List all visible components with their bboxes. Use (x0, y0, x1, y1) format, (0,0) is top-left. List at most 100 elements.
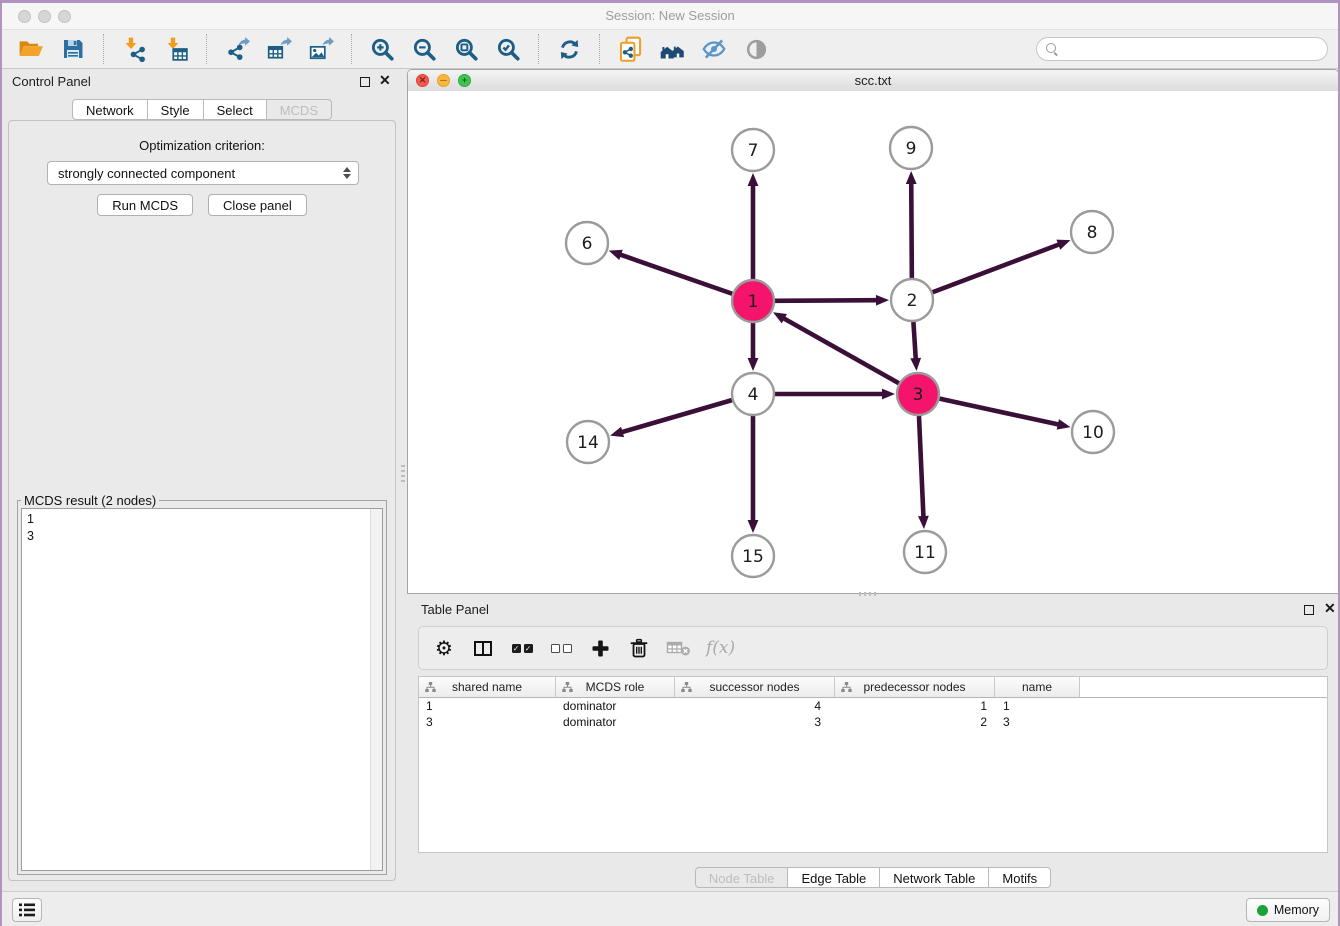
table-panel-float-icon[interactable] (1304, 605, 1314, 615)
tab-network[interactable]: Network (72, 99, 148, 120)
cell-name[interactable]: 3 (995, 714, 1080, 730)
export-network-icon[interactable] (221, 33, 253, 65)
cell-mcds-role[interactable]: dominator (556, 698, 675, 714)
close-panel-button[interactable]: Close panel (208, 194, 307, 216)
mcds-result-list[interactable]: 13 (21, 508, 383, 871)
import-network-icon[interactable] (118, 33, 150, 65)
save-session-icon[interactable] (57, 33, 89, 65)
tab-node-table[interactable]: Node Table (695, 867, 789, 888)
delete-column-icon[interactable] (627, 635, 651, 661)
zoom-in-icon[interactable] (366, 33, 398, 65)
graph-edge-3-11[interactable] (918, 416, 929, 529)
select-all-checkboxes-icon[interactable]: ✓✓ (510, 635, 534, 661)
cell-successor-nodes[interactable]: 4 (675, 698, 835, 714)
memory-label: Memory (1274, 903, 1319, 917)
graph-node-8[interactable]: 8 (1071, 211, 1113, 253)
cell-shared-name[interactable]: 3 (419, 714, 556, 730)
search-field[interactable] (1036, 37, 1328, 61)
graph-node-3[interactable]: 3 (897, 373, 939, 415)
settings-icon[interactable]: ⚙ (432, 635, 456, 661)
cell-successor-nodes[interactable]: 3 (675, 714, 835, 730)
graph-edge-2-3[interactable] (910, 322, 921, 371)
cell-mcds-role[interactable]: dominator (556, 714, 675, 730)
column-header-name[interactable]: name (995, 677, 1080, 697)
graph-node-9[interactable]: 9 (890, 127, 932, 169)
table-row[interactable]: 1dominator411 (419, 698, 1327, 714)
graph-node-7[interactable]: 7 (732, 129, 774, 171)
hide-selected-icon[interactable] (698, 33, 730, 65)
graph-edge-1-4[interactable] (748, 323, 759, 371)
graph-node-6[interactable]: 6 (566, 222, 608, 264)
vertical-split-handle[interactable] (401, 465, 405, 483)
graph-edge-2-8[interactable] (933, 240, 1071, 293)
show-all-icon[interactable] (740, 33, 772, 65)
function-builder-icon[interactable]: f(x) (706, 635, 735, 661)
column-header-mcds-role[interactable]: MCDS role (556, 677, 675, 697)
node-table[interactable]: shared nameMCDS rolesuccessor nodesprede… (418, 676, 1328, 853)
add-column-icon[interactable] (588, 635, 612, 661)
tab-mcds[interactable]: MCDS (266, 99, 332, 120)
tab-edge-table[interactable]: Edge Table (787, 867, 880, 888)
open-session-icon[interactable] (15, 33, 47, 65)
graph-edge-2-9[interactable] (906, 171, 917, 278)
graph-edge-4-3[interactable] (775, 389, 895, 400)
mcds-panel: Optimization criterion: strongly connect… (8, 120, 396, 881)
graph-node-15[interactable]: 15 (732, 535, 774, 577)
hierarchy-icon (841, 682, 852, 692)
column-header-successor-nodes[interactable]: successor nodes (675, 677, 835, 697)
delete-table-icon[interactable] (666, 635, 691, 661)
run-mcds-button[interactable]: Run MCDS (97, 194, 193, 216)
graph-edge-1-7[interactable] (748, 173, 759, 279)
graph-edge-4-14[interactable] (610, 400, 732, 437)
task-history-button[interactable] (12, 898, 42, 922)
graph-edge-4-15[interactable] (748, 416, 759, 533)
graph-node-11[interactable]: 11 (904, 531, 946, 573)
export-image-icon[interactable] (305, 33, 337, 65)
tab-select[interactable]: Select (203, 99, 267, 120)
search-input[interactable] (1064, 39, 1327, 59)
result-item[interactable]: 1 (22, 511, 382, 528)
tab-style[interactable]: Style (147, 99, 204, 120)
result-scrollbar[interactable] (370, 509, 382, 870)
criterion-select[interactable]: strongly connected component (47, 161, 359, 185)
graph-node-2[interactable]: 2 (891, 279, 933, 321)
tab-motifs[interactable]: Motifs (988, 867, 1051, 888)
table-panel-close-icon[interactable]: ✕ (1324, 603, 1336, 613)
export-table-icon[interactable] (263, 33, 295, 65)
result-item[interactable]: 3 (22, 528, 382, 545)
hierarchy-icon (681, 682, 692, 692)
memory-button[interactable]: Memory (1246, 898, 1330, 922)
tab-network-table[interactable]: Network Table (879, 867, 989, 888)
cell-predecessor-nodes[interactable]: 1 (835, 698, 995, 714)
cell-name[interactable]: 1 (995, 698, 1080, 714)
svg-text:14: 14 (577, 433, 599, 453)
zoom-selected-icon[interactable] (492, 33, 524, 65)
graph-edge-1-2[interactable] (775, 295, 889, 306)
refresh-layout-icon[interactable] (553, 33, 585, 65)
clone-network-icon[interactable] (614, 33, 646, 65)
control-panel-float-icon[interactable] (360, 77, 370, 87)
cell-shared-name[interactable]: 1 (419, 698, 556, 714)
column-layout-icon[interactable] (471, 635, 495, 661)
network-canvas[interactable]: 1 2 3 4 6 7 8 9 10 11 14 15 (408, 91, 1338, 593)
network-window-titlebar[interactable]: ✕ ─ + scc.txt (408, 70, 1338, 92)
graph-node-10[interactable]: 10 (1072, 411, 1114, 453)
graph-edge-3-10[interactable] (939, 399, 1070, 430)
cell-predecessor-nodes[interactable]: 2 (835, 714, 995, 730)
graph-node-1[interactable]: 1 (732, 280, 774, 322)
graph-edge-3-1[interactable] (773, 312, 899, 383)
zoom-out-icon[interactable] (408, 33, 440, 65)
horizontal-split-handle[interactable] (859, 592, 877, 596)
graph-edge-1-6[interactable] (609, 250, 733, 294)
first-neighbors-icon[interactable] (656, 33, 688, 65)
import-table-icon[interactable] (160, 33, 192, 65)
column-header-predecessor-nodes[interactable]: predecessor nodes (835, 677, 995, 697)
graph-node-4[interactable]: 4 (732, 373, 774, 415)
deselect-all-checkboxes-icon[interactable] (549, 635, 573, 661)
table-row[interactable]: 3dominator323 (419, 714, 1327, 730)
graph-node-14[interactable]: 14 (567, 421, 609, 463)
column-header-shared-name[interactable]: shared name (419, 677, 556, 697)
mcds-result-box: MCDS result (2 nodes) 13 (17, 493, 387, 875)
zoom-fit-icon[interactable] (450, 33, 482, 65)
control-panel-close-icon[interactable]: ✕ (379, 75, 391, 85)
